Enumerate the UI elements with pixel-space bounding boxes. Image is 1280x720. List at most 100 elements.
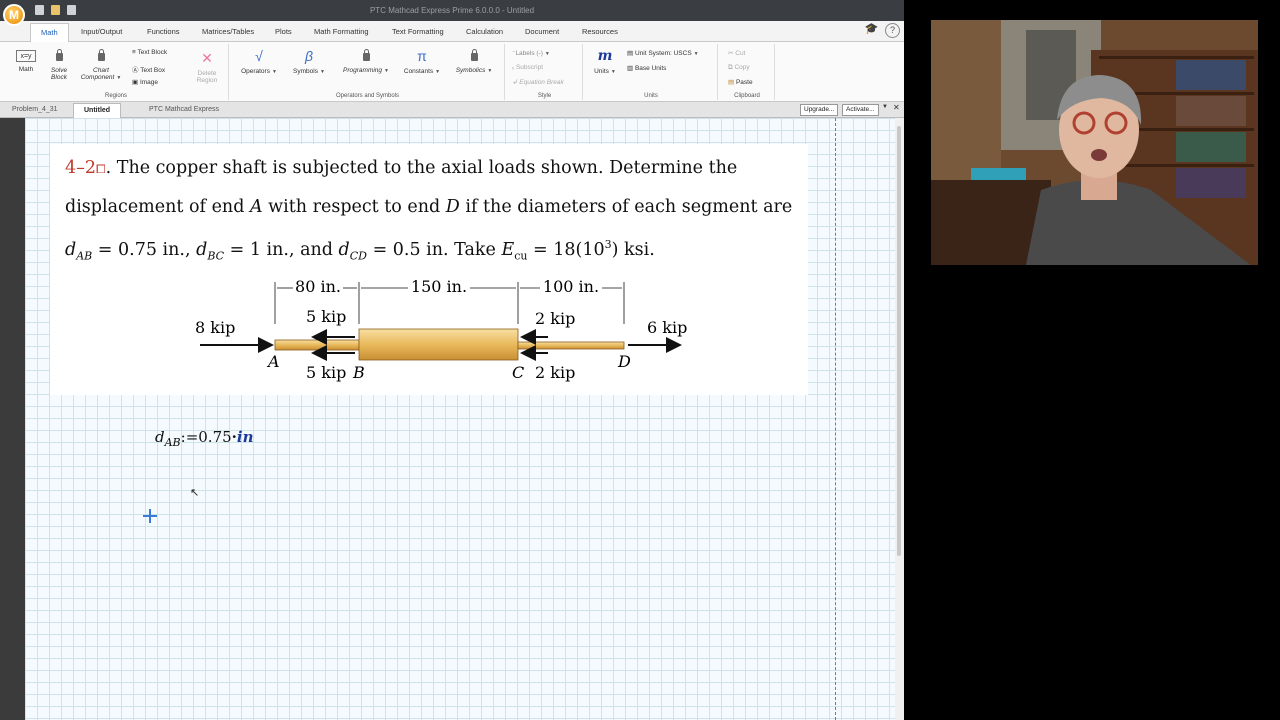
- tab-text-formatting[interactable]: Text Formatting: [392, 27, 444, 36]
- paste-button[interactable]: ▤ Paste: [728, 78, 753, 86]
- symbolics-button[interactable]: Symbolics ▼: [449, 49, 499, 74]
- symbols-label: Symbols: [293, 68, 318, 75]
- worksheet[interactable]: 4–2⧠. The copper shaft is subjected to t…: [25, 118, 895, 720]
- chart-component-label-2: Component: [80, 74, 115, 81]
- clipboard-icon: ▤: [728, 79, 736, 86]
- load-label-5-bottom: 5 kip: [306, 363, 346, 382]
- problem-point-d: D: [445, 196, 460, 217]
- math-region-icon: x=y: [16, 50, 36, 62]
- tab-matrices-tables[interactable]: Matrices/Tables: [202, 27, 254, 36]
- solve-block-label-1: Solve: [50, 67, 68, 74]
- value-e: = 18(10: [527, 239, 605, 260]
- subscript-button[interactable]: ₓ Subscript: [512, 64, 543, 71]
- copy-button[interactable]: ⧉ Copy: [728, 64, 750, 72]
- tab-list-chevron-icon[interactable]: ▼: [882, 104, 888, 110]
- base-units-button[interactable]: ▥ Base Units: [627, 64, 666, 72]
- insertion-crosshair-icon: [143, 509, 157, 523]
- problem-text-2: with respect to end: [262, 196, 446, 217]
- image-icon: ▣: [132, 79, 140, 86]
- image-button[interactable]: ▣ Image: [132, 78, 158, 86]
- mouse-pointer-icon: ↖: [190, 487, 200, 499]
- problem-image-region[interactable]: 4–2⧠. The copper shaft is subjected to t…: [50, 144, 808, 395]
- symbols-button[interactable]: β Symbols ▼: [287, 48, 331, 75]
- load-label-5-top: 5 kip: [306, 307, 346, 326]
- window-title: PTC Mathcad Express Prime 6.0.0.0 - Unti…: [369, 6, 535, 15]
- dim-label-150: 150 in.: [411, 277, 467, 296]
- tab-calculation[interactable]: Calculation: [466, 27, 503, 36]
- activate-button[interactable]: Activate...: [842, 104, 879, 116]
- load-label-2-top: 2 kip: [535, 309, 575, 328]
- point-label-c: C: [512, 363, 524, 382]
- text-box-icon: Ⓐ: [132, 67, 141, 74]
- point-label-b: B: [352, 363, 365, 382]
- document-tab-bar: Problem_4_31 Untitled PTC Mathcad Expres…: [0, 102, 904, 118]
- tab-input-output[interactable]: Input/Output: [81, 27, 122, 36]
- cut-button[interactable]: ✂ Cut: [728, 49, 745, 57]
- upgrade-button[interactable]: Upgrade...: [800, 104, 839, 116]
- new-file-icon[interactable]: [35, 5, 44, 15]
- problem-statement: 4–2⧠. The copper shaft is subjected to t…: [65, 150, 805, 275]
- help-icon[interactable]: ?: [885, 23, 900, 38]
- tab-math[interactable]: Math: [30, 23, 69, 43]
- labels-value: (-): [536, 50, 543, 57]
- tab-plots[interactable]: Plots: [275, 27, 292, 36]
- text-box-button[interactable]: Ⓐ Text Box: [132, 64, 165, 74]
- vertical-scrollbar[interactable]: [895, 118, 904, 720]
- delete-region-label-2: Region: [196, 77, 218, 84]
- eq-variable: d: [155, 428, 165, 446]
- doc-tab-problem[interactable]: Problem_4_31: [12, 106, 58, 113]
- doc-tab-untitled[interactable]: Untitled: [73, 103, 122, 118]
- delete-region-button[interactable]: ✕ Delete Region: [192, 50, 222, 84]
- chevron-down-icon: ▼: [384, 68, 389, 74]
- value-e-end: ) ksi.: [611, 239, 655, 260]
- image-label: Image: [139, 79, 159, 86]
- base-units-icon: ▥: [627, 65, 635, 72]
- close-icon[interactable]: ✕: [893, 103, 900, 112]
- ribbon-tab-bar: Math Input/Output Functions Matrices/Tab…: [0, 21, 904, 43]
- save-icon[interactable]: [67, 5, 76, 15]
- units-button[interactable]: m Units ▼: [591, 48, 619, 75]
- programming-label: Programming: [343, 67, 383, 74]
- subscript-label: Subscript: [515, 64, 544, 71]
- doc-tab-express[interactable]: PTC Mathcad Express: [149, 106, 219, 113]
- delete-region-label-1: Delete: [197, 70, 217, 77]
- cut-label: Cut: [735, 50, 746, 57]
- math-region-button[interactable]: x=y Math: [12, 50, 40, 73]
- unit-system-value: USCS: [673, 50, 692, 57]
- solve-block-button[interactable]: Solve Block: [44, 49, 74, 81]
- value-bc: = 1 in., and: [224, 239, 339, 260]
- base-units-label: Base Units: [634, 65, 667, 72]
- shaft-segment-cd: [517, 341, 625, 350]
- text-block-button[interactable]: ≡ Text Block: [132, 49, 167, 56]
- equation-break-button[interactable]: ↲ Equation Break: [512, 78, 564, 86]
- constants-button[interactable]: π Constants ▼: [399, 48, 445, 75]
- scrollbar-thumb[interactable]: [897, 126, 901, 556]
- chevron-down-icon: ▼: [544, 51, 550, 57]
- sub-cu: cu: [514, 249, 528, 263]
- tab-resources[interactable]: Resources: [582, 27, 618, 36]
- webcam-video: [931, 20, 1258, 265]
- shaft-segment-bc: [358, 328, 519, 361]
- load-label-8: 8 kip: [195, 318, 235, 337]
- tab-document[interactable]: Document: [525, 27, 559, 36]
- clipboard-group: ✂ Cut ⧉ Copy ▤ Paste Clipboard: [720, 44, 775, 100]
- eq-unit: in: [236, 428, 254, 446]
- mathcad-logo-icon[interactable]: M: [3, 4, 25, 26]
- labels-dropdown[interactable]: ⁻Labels (-) ▼: [512, 49, 550, 57]
- tab-math-formatting[interactable]: Math Formatting: [314, 27, 369, 36]
- solve-block-label-2: Block: [51, 74, 67, 81]
- open-folder-icon[interactable]: [51, 5, 60, 15]
- mortarboard-icon[interactable]: 🎓: [864, 23, 879, 38]
- text-block-label: Text Block: [137, 49, 168, 56]
- webcam-presenter-image: [931, 20, 1258, 265]
- operators-button[interactable]: √ Operators ▼: [235, 48, 283, 75]
- math-region-dab[interactable]: dAB:=0.75·in: [155, 428, 254, 449]
- chart-component-button[interactable]: Chart Component ▼: [78, 49, 124, 81]
- problem-number: 4–2: [65, 158, 97, 178]
- tab-functions[interactable]: Functions: [147, 27, 180, 36]
- unit-system-dropdown[interactable]: ▤ Unit System: USCS ▼: [627, 49, 699, 57]
- problem-badge-icon: ⧠: [96, 162, 106, 176]
- chart-component-label-1: Chart: [93, 67, 109, 74]
- programming-button[interactable]: Programming ▼: [335, 49, 397, 74]
- symbol-d: d: [338, 239, 350, 260]
